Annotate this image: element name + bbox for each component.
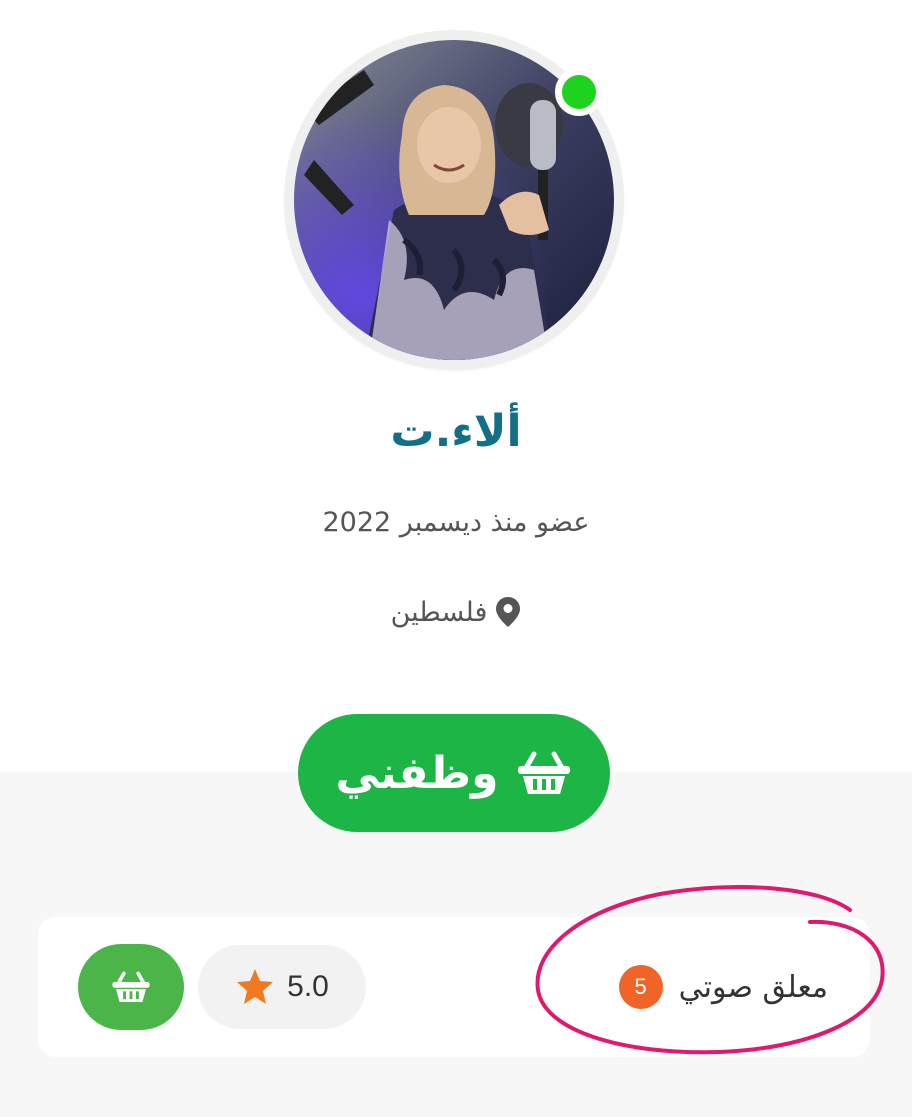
rating-value: 5.0	[287, 970, 329, 1003]
location-pin-icon	[495, 596, 521, 628]
member-since: عضو منذ ديسمبر 2022	[322, 507, 590, 538]
shopping-basket-icon	[111, 970, 151, 1004]
location: فلسطين	[0, 590, 912, 634]
shopping-basket-icon	[516, 750, 572, 796]
profile-name: ألاء.ت	[390, 406, 522, 457]
location-label: فلسطين	[390, 596, 488, 628]
rating-pill: 5.0	[198, 945, 366, 1029]
add-to-cart-button[interactable]	[78, 944, 184, 1030]
service-count-badge: 5	[618, 965, 663, 1009]
hire-me-label: وظفني	[335, 747, 499, 799]
star-icon	[237, 969, 274, 1004]
hire-me-button[interactable]: وظفني	[298, 714, 610, 832]
service-title[interactable]: معلق صوتي 5	[618, 965, 828, 1009]
online-status-indicator	[555, 68, 603, 116]
service-name: معلق صوتي	[678, 969, 828, 1005]
